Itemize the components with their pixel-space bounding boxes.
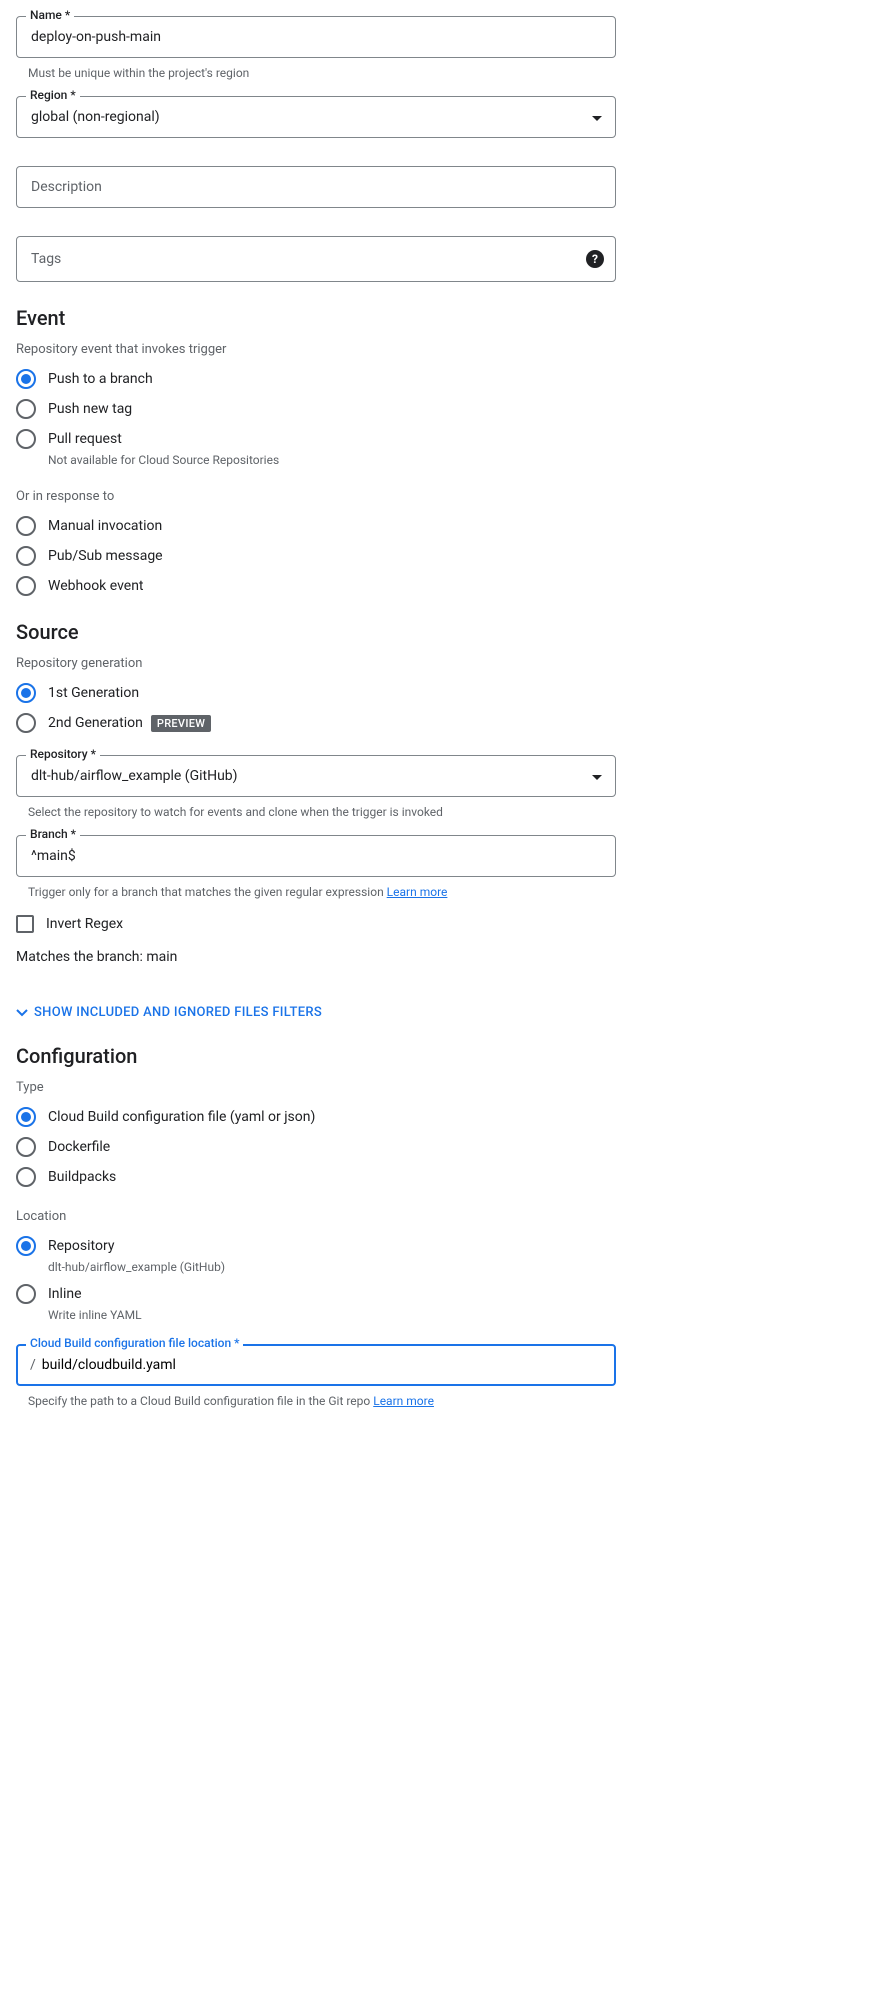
- branch-helper-text: Trigger only for a branch that matches t…: [28, 885, 387, 899]
- radio-label: Pull request: [48, 431, 122, 447]
- radio-pubsub[interactable]: Pub/Sub message: [16, 546, 616, 566]
- config-heading: Configuration: [16, 1044, 616, 1068]
- radio-icon: [16, 1236, 36, 1256]
- radio-label: Webhook event: [48, 578, 144, 594]
- radio-label: Push new tag: [48, 401, 132, 417]
- tags-input[interactable]: Tags: [16, 236, 616, 282]
- radio-label: 1st Generation: [48, 685, 139, 701]
- radio-2nd-gen[interactable]: 2nd Generation PREVIEW: [16, 713, 616, 733]
- radio-icon: [16, 713, 36, 733]
- invert-regex-label: Invert Regex: [46, 916, 123, 932]
- config-file-input[interactable]: [40, 1346, 602, 1384]
- radio-label: Manual invocation: [48, 518, 162, 534]
- radio-label: 2nd Generation: [48, 715, 143, 731]
- radio-icon: [16, 1137, 36, 1157]
- config-file-field: Cloud Build configuration file location …: [16, 1344, 616, 1386]
- radio-label: Pub/Sub message: [48, 548, 163, 564]
- source-heading: Source: [16, 620, 616, 644]
- radio-1st-gen[interactable]: 1st Generation: [16, 683, 616, 703]
- radio-icon: [16, 683, 36, 703]
- radio-buildpacks[interactable]: Buildpacks: [16, 1167, 616, 1187]
- radio-icon: [16, 1284, 36, 1304]
- radio-manual[interactable]: Manual invocation: [16, 516, 616, 536]
- expand-label: SHOW INCLUDED AND IGNORED FILES FILTERS: [34, 1005, 322, 1020]
- chevron-down-icon: [16, 1009, 28, 1017]
- branch-learn-more-link[interactable]: Learn more: [387, 885, 448, 899]
- help-icon[interactable]: ?: [586, 250, 604, 268]
- show-files-filters-toggle[interactable]: SHOW INCLUDED AND IGNORED FILES FILTERS: [16, 1005, 616, 1020]
- repository-helper: Select the repository to watch for event…: [28, 805, 616, 819]
- checkbox-icon: [16, 915, 34, 933]
- radio-push-branch[interactable]: Push to a branch: [16, 369, 616, 389]
- radio-label: Dockerfile: [48, 1139, 110, 1155]
- repository-select[interactable]: dlt-hub/airflow_example (GitHub): [16, 755, 616, 797]
- loc-inline-sub: Write inline YAML: [48, 1308, 616, 1322]
- radio-push-tag[interactable]: Push new tag: [16, 399, 616, 419]
- config-file-label: Cloud Build configuration file location …: [26, 1336, 243, 1350]
- tags-field: Tags ?: [16, 236, 616, 282]
- radio-icon: [16, 516, 36, 536]
- radio-dockerfile[interactable]: Dockerfile: [16, 1137, 616, 1157]
- event-heading: Event: [16, 306, 616, 330]
- config-file-input-wrapper[interactable]: /: [16, 1344, 616, 1386]
- radio-label: Repository: [48, 1238, 114, 1254]
- matches-branch-text: Matches the branch: main: [16, 949, 616, 965]
- region-select[interactable]: global (non-regional): [16, 96, 616, 138]
- event-sub: Repository event that invokes trigger: [16, 342, 616, 357]
- radio-icon: [16, 1167, 36, 1187]
- config-loc-sub: Location: [16, 1209, 616, 1224]
- path-prefix: /: [30, 1357, 36, 1373]
- config-file-helper: Specify the path to a Cloud Build config…: [28, 1394, 616, 1408]
- radio-icon: [16, 546, 36, 566]
- loc-repo-sub: dlt-hub/airflow_example (GitHub): [48, 1260, 616, 1274]
- radio-cloudbuild-file[interactable]: Cloud Build configuration file (yaml or …: [16, 1107, 616, 1127]
- repo-gen-sub: Repository generation: [16, 656, 616, 671]
- repository-field: Repository * dlt-hub/airflow_example (Gi…: [16, 755, 616, 797]
- radio-icon: [16, 576, 36, 596]
- repository-label: Repository *: [26, 747, 100, 761]
- region-label: Region *: [26, 88, 80, 102]
- radio-icon: [16, 1107, 36, 1127]
- branch-field: Branch *: [16, 835, 616, 877]
- radio-label: Cloud Build configuration file (yaml or …: [48, 1109, 315, 1125]
- name-helper: Must be unique within the project's regi…: [28, 66, 616, 80]
- radio-icon: [16, 369, 36, 389]
- radio-icon: [16, 399, 36, 419]
- description-field: [16, 166, 616, 208]
- radio-loc-inline[interactable]: Inline: [16, 1284, 616, 1304]
- pull-request-sub: Not available for Cloud Source Repositor…: [48, 453, 616, 467]
- preview-badge: PREVIEW: [151, 715, 211, 732]
- name-label: Name *: [26, 8, 74, 22]
- name-field: Name *: [16, 16, 616, 58]
- name-input[interactable]: [16, 16, 616, 58]
- region-field: Region * global (non-regional): [16, 96, 616, 138]
- branch-input[interactable]: [16, 835, 616, 877]
- radio-loc-repository[interactable]: Repository: [16, 1236, 616, 1256]
- radio-label: Buildpacks: [48, 1169, 116, 1185]
- branch-helper: Trigger only for a branch that matches t…: [28, 885, 616, 899]
- radio-label: Push to a branch: [48, 371, 153, 387]
- config-file-helper-text: Specify the path to a Cloud Build config…: [28, 1394, 373, 1408]
- radio-icon: [16, 429, 36, 449]
- radio-pull-request[interactable]: Pull request: [16, 429, 616, 449]
- radio-webhook[interactable]: Webhook event: [16, 576, 616, 596]
- branch-label: Branch *: [26, 827, 80, 841]
- config-type-sub: Type: [16, 1080, 616, 1095]
- config-file-learn-more-link[interactable]: Learn more: [373, 1394, 434, 1408]
- radio-label: Inline: [48, 1286, 82, 1302]
- description-input[interactable]: [16, 166, 616, 208]
- or-response-text: Or in response to: [16, 489, 616, 504]
- invert-regex-checkbox[interactable]: Invert Regex: [16, 915, 616, 933]
